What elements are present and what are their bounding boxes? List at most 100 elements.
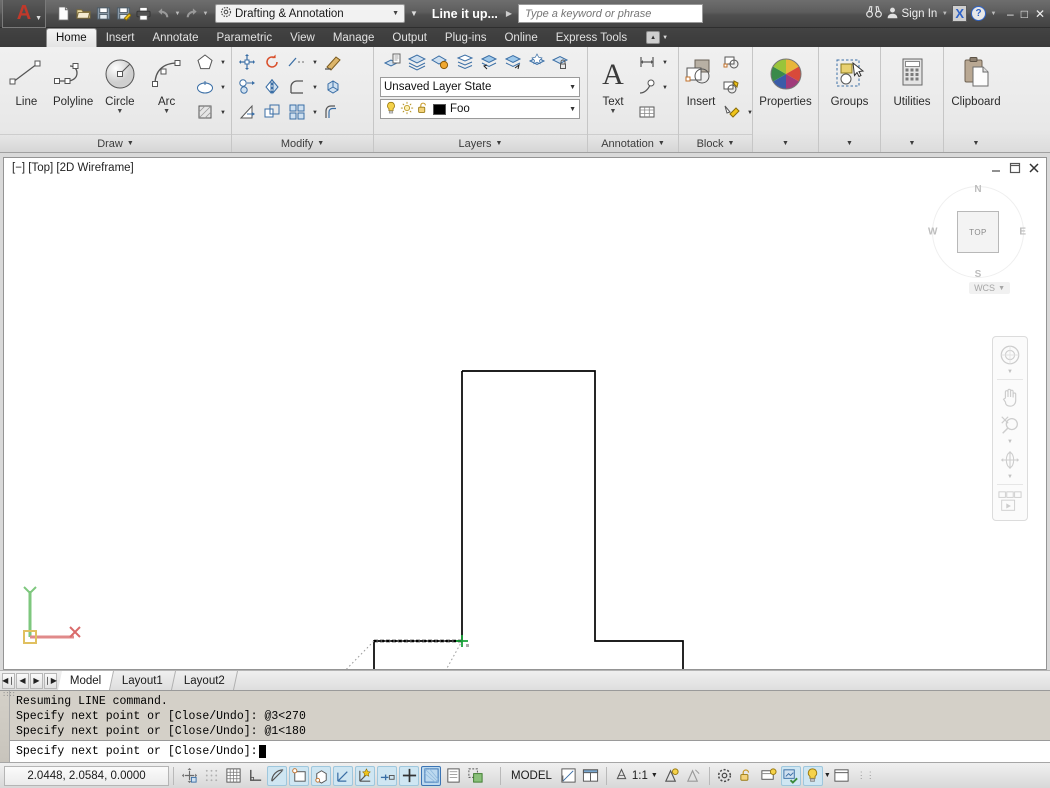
search-binoculars-icon[interactable]	[865, 5, 882, 22]
status-bar-grip[interactable]: ⋮⋮	[857, 770, 875, 781]
next-layout-button[interactable]: ▶	[30, 672, 43, 689]
tab-annotate[interactable]: Annotate	[143, 28, 207, 47]
layer-off-button[interactable]	[452, 51, 476, 75]
hatch-tool-button[interactable]	[193, 101, 217, 125]
stretch-tool-button[interactable]	[235, 101, 259, 125]
annotation-visibility-icon[interactable]	[662, 766, 682, 786]
leader-tool-button[interactable]	[635, 76, 659, 100]
clean-screen-icon[interactable]	[832, 766, 852, 786]
mirror-tool-button[interactable]	[260, 76, 284, 100]
last-layout-button[interactable]: ❘▶	[44, 672, 57, 689]
polyline-tool-button[interactable]: Polyline	[50, 51, 97, 108]
ortho-mode-toggle[interactable]	[245, 766, 265, 786]
layer-unisolate-button[interactable]	[404, 51, 428, 75]
minimize-ribbon-caret-icon[interactable]: ▼	[662, 35, 668, 41]
edit-attribute-button[interactable]	[720, 101, 744, 125]
command-line-grip[interactable]: ::::	[0, 691, 16, 762]
model-space-icon[interactable]	[559, 766, 579, 786]
view-cube-top-face[interactable]: TOP	[957, 211, 999, 253]
tab-express-tools[interactable]: Express Tools	[547, 28, 636, 47]
modify-panel-title[interactable]: Modify ▼	[232, 134, 373, 152]
selection-cycling-toggle[interactable]	[465, 766, 485, 786]
tab-home[interactable]: Home	[46, 28, 97, 47]
utilities-button[interactable]: Utilities	[884, 51, 940, 108]
block-panel-title[interactable]: Block ▼	[679, 134, 752, 152]
status-bar-lightbulb-icon[interactable]	[802, 765, 823, 786]
prev-layout-button[interactable]: ◀	[16, 672, 29, 689]
hatch-dropdown-caret-icon[interactable]: ▼	[218, 101, 228, 125]
object-snap-toggle[interactable]	[289, 765, 309, 786]
redo-icon[interactable]	[182, 4, 201, 23]
autodesk-exchange-icon[interactable]: X	[952, 5, 967, 22]
new-file-icon[interactable]	[54, 4, 73, 23]
model-paper-toggle[interactable]: MODEL	[505, 770, 558, 782]
chevron-down-icon[interactable]: ▼	[569, 84, 576, 91]
toolbar-lock-icon[interactable]	[737, 766, 757, 786]
orbit-icon[interactable]	[995, 446, 1025, 474]
ucs-icon-toggle[interactable]	[355, 765, 375, 786]
insert-block-button[interactable]: Insert	[682, 51, 720, 108]
annotation-autoscale-icon[interactable]	[684, 766, 704, 786]
tab-insert[interactable]: Insert	[97, 28, 144, 47]
view-cube[interactable]: N S E W TOP	[928, 184, 1026, 280]
layout-tab-layout2[interactable]: Layout2	[172, 671, 239, 690]
paper-space-icon[interactable]	[581, 766, 601, 786]
clipboard-panel-expand[interactable]: ▼	[944, 134, 1008, 152]
line-tool-button[interactable]: Line	[3, 51, 50, 108]
layer-lock-button[interactable]	[548, 51, 572, 75]
polygon-tool-button[interactable]	[193, 51, 217, 75]
save-as-icon[interactable]	[114, 4, 133, 23]
sign-in-caret-icon[interactable]: ▼	[941, 11, 948, 17]
status-bar-menu-icon[interactable]: ▼	[824, 772, 831, 779]
offset-tool-button[interactable]	[321, 101, 345, 125]
array-dropdown-caret-icon[interactable]: ▼	[310, 101, 320, 125]
trim-dropdown-caret-icon[interactable]: ▼	[310, 51, 320, 75]
showmotion-icon[interactable]	[995, 488, 1025, 516]
leader-dropdown-caret-icon[interactable]: ▼	[660, 76, 670, 100]
view-cube-south-label[interactable]: S	[975, 269, 982, 280]
view-cube-north-label[interactable]: N	[974, 184, 981, 195]
orbit-caret-icon[interactable]: ▼	[1007, 474, 1013, 481]
explode-tool-button[interactable]	[321, 76, 345, 100]
polar-tracking-toggle[interactable]	[267, 765, 287, 786]
minimize-ribbon-button[interactable]: ▲	[646, 31, 661, 44]
window-maximize-button[interactable]: □	[1021, 7, 1028, 21]
command-input[interactable]: Specify next point or [Close/Undo]:	[10, 740, 1050, 762]
dynamic-input-toggle[interactable]	[399, 765, 419, 786]
trim-tool-button[interactable]	[285, 51, 309, 75]
document-title-arrow-icon[interactable]: ▶	[506, 9, 512, 18]
lightbulb-icon[interactable]	[384, 101, 398, 118]
layers-panel-title[interactable]: Layers ▼	[374, 134, 587, 152]
drawing-canvas[interactable]: [−] [Top] [2D Wireframe] N S E W TOP WCS…	[3, 157, 1047, 670]
properties-button[interactable]: Properties	[756, 51, 815, 108]
workspace-switcher[interactable]: Drafting & Annotation ▼	[215, 4, 405, 23]
current-layer-dropdown[interactable]: Foo ▼	[380, 99, 580, 119]
table-tool-button[interactable]	[635, 101, 659, 125]
groups-button[interactable]: Groups	[822, 51, 877, 108]
chevron-down-icon[interactable]: ▼	[116, 108, 123, 115]
layer-freeze-button[interactable]	[428, 51, 452, 75]
application-menu-button[interactable]: A ▼	[2, 0, 46, 28]
plot-icon[interactable]	[134, 4, 153, 23]
properties-panel-expand[interactable]: ▼	[753, 134, 818, 152]
layer-properties-button[interactable]	[380, 51, 404, 75]
open-file-icon[interactable]	[74, 4, 93, 23]
zoom-caret-icon[interactable]: ▼	[1007, 439, 1013, 446]
hardware-accel-icon[interactable]	[759, 766, 779, 786]
steering-wheel-caret-icon[interactable]: ▼	[1007, 369, 1013, 376]
steering-wheel-icon[interactable]	[995, 341, 1025, 369]
groups-panel-expand[interactable]: ▼	[819, 134, 880, 152]
move-tool-button[interactable]	[235, 51, 259, 75]
chevron-down-icon[interactable]: ▼	[569, 106, 576, 113]
polygon-dropdown-caret-icon[interactable]: ▼	[218, 51, 228, 75]
annotation-scale-control[interactable]: 1:1 ▼	[611, 767, 661, 785]
text-tool-button[interactable]: A Text ▼	[591, 51, 635, 115]
chevron-down-icon[interactable]: ▼	[392, 10, 402, 17]
clipboard-button[interactable]: Clipboard	[947, 51, 1005, 108]
arc-tool-button[interactable]: Arc ▼	[143, 51, 190, 115]
sign-in-button[interactable]: Sign In	[886, 6, 937, 22]
pan-hand-icon[interactable]	[995, 383, 1025, 411]
ellipse-dropdown-caret-icon[interactable]: ▼	[218, 76, 228, 100]
object-snap-tracking-toggle[interactable]	[333, 765, 353, 786]
erase-tool-button[interactable]	[321, 51, 345, 75]
